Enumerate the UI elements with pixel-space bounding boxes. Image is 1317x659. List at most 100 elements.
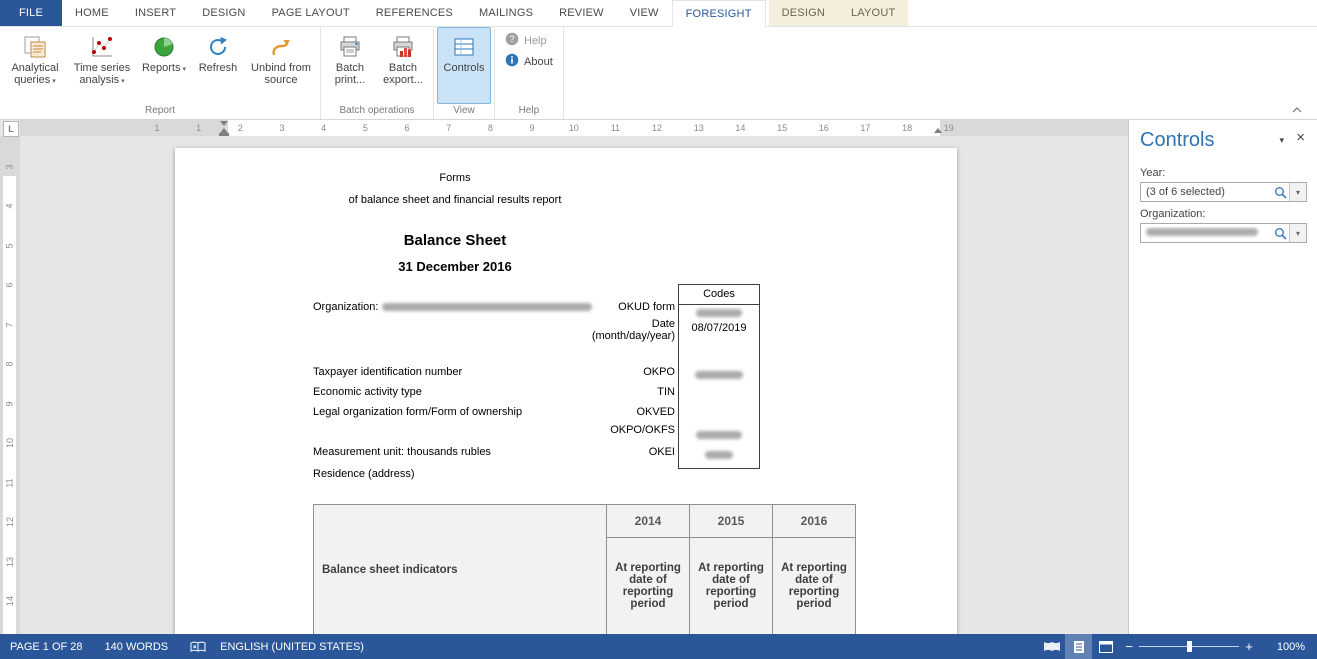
vertical-ruler[interactable]: 34567891011121314 (0, 136, 20, 634)
horizontal-ruler[interactable]: 112345678910111213141516171819 (20, 120, 1128, 136)
document-page[interactable]: Forms of balance sheet and financial res… (175, 148, 957, 634)
help-button[interactable]: ? Help (500, 30, 558, 51)
heading-forms: Forms (313, 172, 597, 184)
proofing-status-icon[interactable] (190, 641, 206, 653)
time-series-analysis-button[interactable]: Time series analysis▾ (67, 27, 137, 104)
document-date: 31 December 2016 (313, 259, 597, 274)
zoom-in-button[interactable]: + (1239, 634, 1259, 659)
tab-layout-contextual[interactable]: LAYOUT (838, 0, 908, 26)
search-icon[interactable] (1271, 186, 1289, 199)
tab-file[interactable]: FILE (0, 0, 62, 26)
ribbon: Analytical queries▾ Time series analysis… (0, 26, 1317, 120)
page-indicator[interactable]: PAGE 1 OF 28 (10, 641, 83, 653)
ruler-number: 1 (192, 123, 206, 133)
refresh-label: Refresh (199, 62, 238, 74)
ribbon-group-view: Controls View (434, 26, 495, 119)
ruler-number: 18 (900, 123, 914, 133)
codes-header: Codes (679, 285, 759, 305)
word-count[interactable]: 140 WORDS (105, 641, 169, 653)
zoom-out-button[interactable]: − (1119, 634, 1139, 659)
ruler-number: 16 (817, 123, 831, 133)
tab-review[interactable]: REVIEW (546, 0, 617, 26)
year-dropdown-button[interactable]: ▾ (1289, 183, 1306, 201)
zoom-slider-thumb[interactable] (1187, 641, 1192, 652)
status-bar: PAGE 1 OF 28 140 WORDS ENGLISH (UNITED S… (0, 634, 1317, 659)
tab-stop-selector[interactable]: L (3, 121, 19, 137)
year-combobox[interactable]: (3 of 6 selected) ▾ (1140, 182, 1307, 202)
code-label-tin: TIN (555, 386, 675, 398)
ruler-number: 9 (5, 401, 15, 406)
controls-pane-title: Controls (1140, 129, 1214, 152)
analytical-queries-button[interactable]: Analytical queries▾ (3, 27, 67, 104)
unbind-from-source-button[interactable]: Unbind from source (245, 27, 317, 104)
tab-insert[interactable]: INSERT (122, 0, 189, 26)
ruler-number: 7 (442, 123, 456, 133)
about-label: About (524, 56, 553, 68)
view-group-buttons: Controls (437, 27, 491, 104)
dropdown-caret-icon: ▾ (52, 78, 56, 85)
form-row-economic-activity: Economic activity type (313, 386, 422, 398)
code-label-okud: OKUD form (555, 301, 675, 313)
web-layout-button[interactable] (1092, 634, 1119, 659)
ruler-number: 12 (650, 123, 664, 133)
read-mode-button[interactable] (1038, 634, 1065, 659)
ruler-number: 11 (608, 123, 622, 133)
language-indicator[interactable]: ENGLISH (UNITED STATES) (220, 641, 364, 653)
organization-combobox[interactable]: ▾ (1140, 223, 1307, 243)
tab-mailings[interactable]: MAILINGS (466, 0, 546, 26)
document-area[interactable]: Forms of balance sheet and financial res… (20, 136, 1128, 634)
organization-pane-label: Organization: (1140, 208, 1205, 220)
svg-text:?: ? (509, 34, 514, 44)
zoom-level[interactable]: 100% (1259, 641, 1317, 653)
reports-button[interactable]: Reports▾ (137, 27, 191, 104)
tab-page-layout[interactable]: PAGE LAYOUT (259, 0, 363, 26)
batch-print-label: Batch print... (335, 62, 366, 86)
controls-toggle-button[interactable]: Controls (437, 27, 491, 104)
economic-activity-label: Economic activity type (313, 386, 422, 398)
right-indent-marker[interactable] (934, 128, 942, 133)
first-line-indent-marker[interactable] (220, 121, 228, 126)
pane-close-button[interactable]: × (1296, 130, 1305, 145)
form-row-organization: Organization: (313, 301, 592, 313)
batch-export-icon (390, 32, 416, 62)
collapse-ribbon-button[interactable] (1289, 104, 1305, 116)
ruler-number: 10 (5, 438, 15, 448)
batch-export-button[interactable]: Batch export... (376, 27, 430, 104)
about-button[interactable]: About (500, 51, 558, 72)
tab-view[interactable]: VIEW (617, 0, 672, 26)
ruler-number: 3 (5, 164, 15, 169)
tab-design[interactable]: DESIGN (189, 0, 258, 26)
group-label-batch-operations: Batch operations (324, 104, 430, 119)
ruler-number: 17 (858, 123, 872, 133)
zoom-slider[interactable] (1139, 634, 1239, 659)
code-label-okpo: OKPO (555, 366, 675, 378)
code-label-okved: OKVED (555, 406, 675, 418)
read-mode-icon (1043, 641, 1061, 653)
search-icon[interactable] (1271, 227, 1289, 240)
pane-collapse-icon[interactable]: ▾ (1279, 136, 1284, 145)
tab-design-contextual[interactable]: DESIGN (769, 0, 838, 26)
tab-foresight[interactable]: FORESIGHT (672, 0, 766, 27)
group-label-report: Report (3, 104, 317, 119)
batch-print-button[interactable]: Batch print... (324, 27, 376, 104)
tab-references[interactable]: REFERENCES (363, 0, 466, 26)
redacted-okei-code (705, 451, 733, 459)
codes-table: Codes 08/07/2019 (678, 284, 760, 469)
residence-label: Residence (address) (313, 468, 415, 480)
dropdown-caret-icon: ▾ (121, 78, 125, 85)
ruler-number: 6 (5, 283, 15, 288)
form-row-taxpayer-id: Taxpayer identification number (313, 366, 462, 378)
group-label-help: Help (498, 104, 560, 119)
ruler-number: 3 (275, 123, 289, 133)
document-heading: Forms of balance sheet and financial res… (313, 172, 597, 206)
form-row-measurement-unit: Measurement unit: thousands rubles (313, 446, 491, 458)
reports-label: Reports (142, 62, 181, 74)
redacted-okpo-okfs-code (696, 431, 742, 439)
organization-dropdown-button[interactable]: ▾ (1289, 224, 1306, 242)
group-label-view: View (437, 104, 491, 119)
tab-home[interactable]: HOME (62, 0, 122, 26)
year-combobox-value: (3 of 6 selected) (1141, 186, 1271, 198)
refresh-button[interactable]: Refresh (191, 27, 245, 104)
code-label-okei: OKEI (555, 446, 675, 458)
print-layout-button[interactable] (1065, 634, 1092, 659)
